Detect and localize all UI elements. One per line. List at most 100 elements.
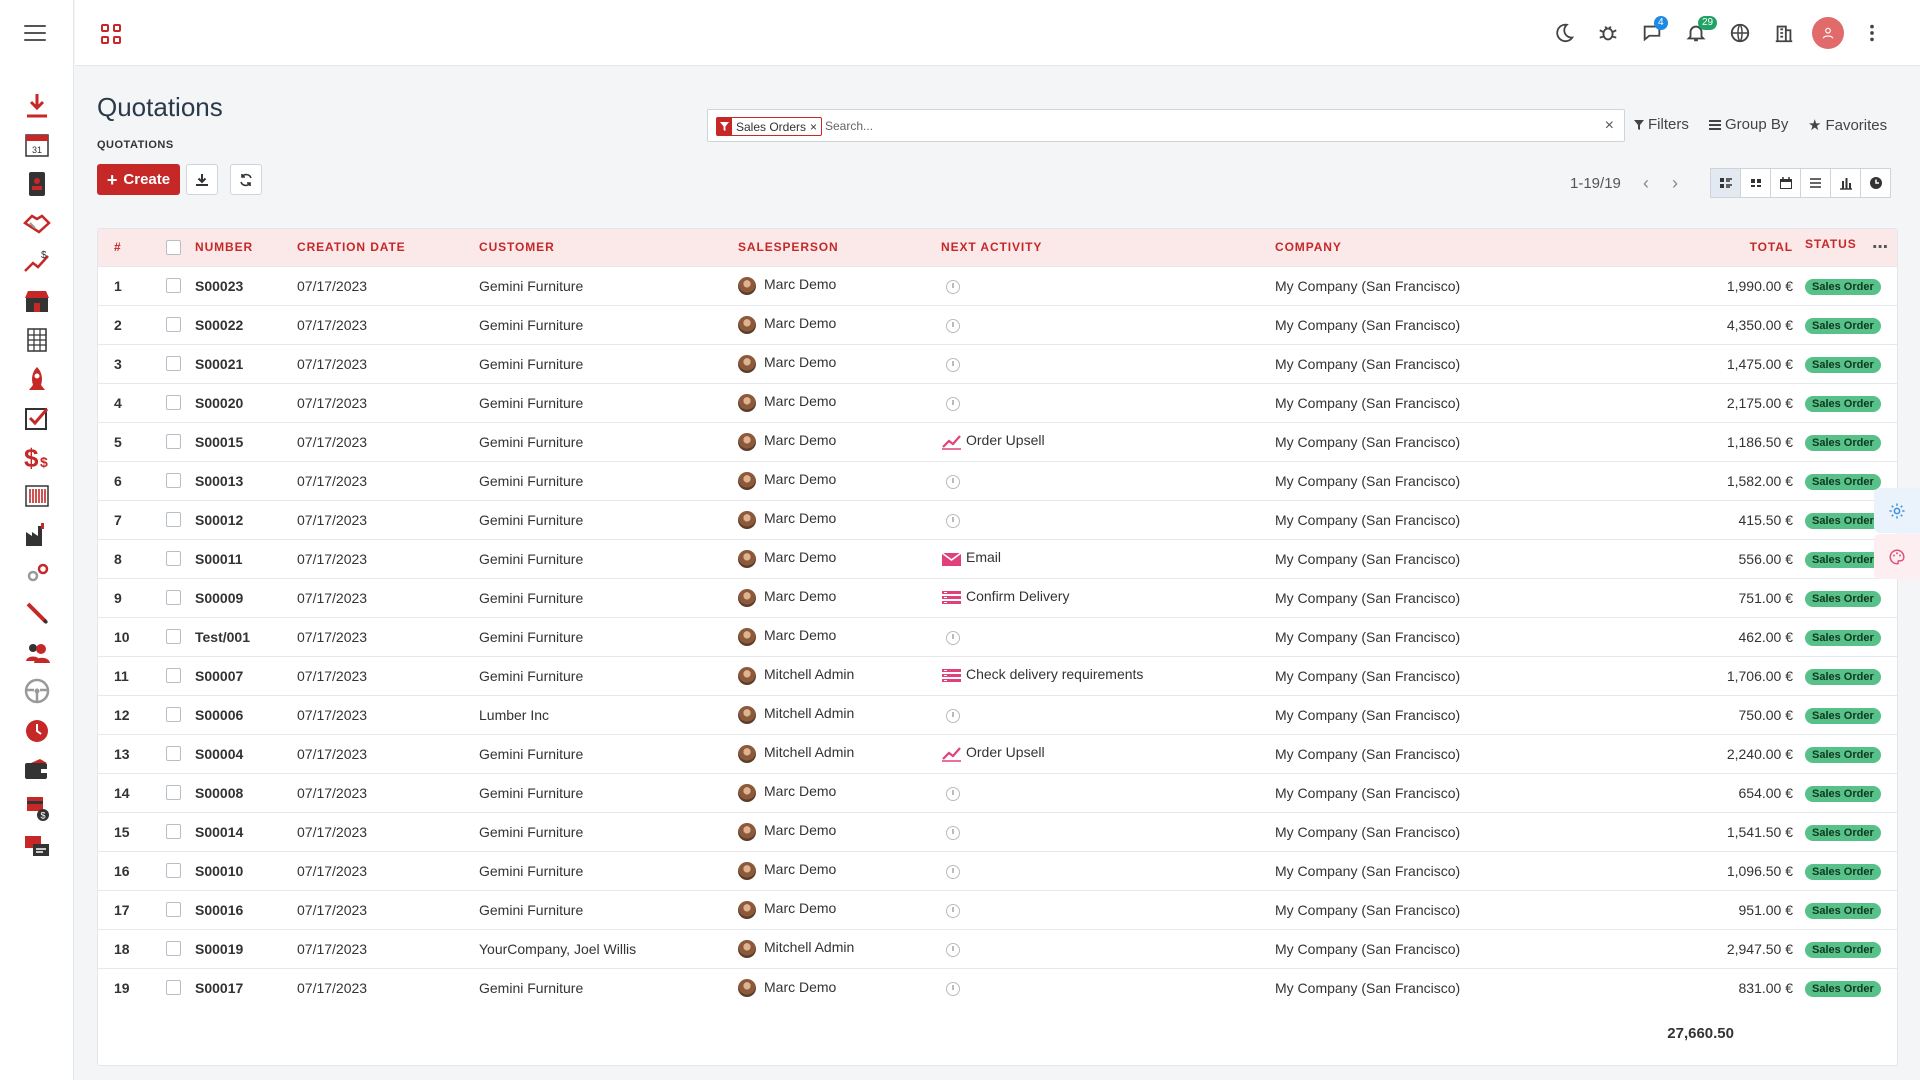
activity-clock-icon[interactable] — [946, 474, 960, 489]
gears-icon[interactable] — [0, 554, 74, 593]
bell-icon[interactable]: 29 — [1674, 16, 1718, 50]
activity-clock-icon[interactable] — [946, 357, 960, 372]
company-building-icon[interactable] — [1762, 16, 1806, 50]
row-checkbox[interactable] — [166, 278, 181, 293]
salesperson-avatar[interactable] — [738, 978, 756, 997]
row-checkbox[interactable] — [166, 356, 181, 371]
activity-clock-icon[interactable] — [946, 903, 960, 918]
steering-wheel-icon[interactable] — [0, 671, 74, 710]
table-row[interactable]: 2 S00022 07/17/2023 Gemini Furniture Marc De… — [98, 305, 1897, 344]
salesperson-avatar[interactable] — [738, 315, 756, 334]
activity-clock-icon[interactable] — [946, 513, 960, 528]
activity-clock-icon[interactable] — [946, 279, 960, 294]
salesperson-avatar[interactable] — [738, 744, 756, 763]
table-row[interactable]: 5 S00015 07/17/2023 Gemini Furniture Marc De… — [98, 422, 1897, 461]
search-facet[interactable]: Sales Orders × — [716, 117, 823, 136]
table-row[interactable]: 11 S00007 07/17/2023 Gemini Furniture Mitche… — [98, 656, 1897, 695]
table-row[interactable]: 7 S00012 07/17/2023 Gemini Furniture Marc De… — [98, 500, 1897, 539]
calendar-view-button[interactable] — [1770, 168, 1801, 198]
pager-next-icon[interactable]: › — [1672, 173, 1678, 194]
table-row[interactable]: 6 S00013 07/17/2023 Gemini Furniture Marc De… — [98, 461, 1897, 500]
contacts-icon[interactable] — [0, 164, 74, 203]
optional-columns-icon[interactable]: ⋯ — [1872, 237, 1897, 257]
pos-shop-icon[interactable] — [0, 281, 74, 320]
email-icon[interactable] — [941, 549, 962, 567]
salesperson-avatar[interactable] — [738, 822, 756, 841]
pivot-view-button[interactable] — [1800, 168, 1831, 198]
salesperson-avatar[interactable] — [738, 705, 756, 724]
globe-icon[interactable] — [1718, 16, 1762, 50]
col-customer-header[interactable]: CUSTOMER — [479, 229, 738, 266]
crm-handshake-icon[interactable] — [0, 203, 74, 242]
col-number-header[interactable]: NUMBER — [195, 229, 297, 266]
col-company-header[interactable]: COMPANY — [1275, 229, 1660, 266]
row-checkbox[interactable] — [166, 785, 181, 800]
table-row[interactable]: 1 S00023 07/17/2023 Gemini Furniture Marc De… — [98, 266, 1897, 305]
row-checkbox[interactable] — [166, 512, 181, 527]
table-row[interactable]: 17 S00016 07/17/2023 Gemini Furniture Marc D… — [98, 890, 1897, 929]
apps-grid-icon[interactable] — [101, 24, 121, 44]
activity-clock-icon[interactable] — [946, 318, 960, 333]
activity-clock-icon[interactable] — [946, 864, 960, 879]
search-input[interactable] — [825, 116, 1525, 136]
upsell-chart-icon[interactable] — [941, 432, 962, 450]
row-checkbox[interactable] — [166, 941, 181, 956]
pen-icon[interactable] — [0, 593, 74, 632]
row-checkbox[interactable] — [166, 629, 181, 644]
salesperson-avatar[interactable] — [738, 588, 756, 607]
salesperson-avatar[interactable] — [738, 666, 756, 685]
row-checkbox[interactable] — [166, 824, 181, 839]
activity-clock-icon[interactable] — [946, 942, 960, 957]
table-row[interactable]: 3 S00021 07/17/2023 Gemini Furniture Marc De… — [98, 344, 1897, 383]
activity-clock-icon[interactable] — [946, 396, 960, 411]
moon-icon[interactable] — [1542, 16, 1586, 50]
salesperson-avatar[interactable] — [738, 549, 756, 568]
col-total-header[interactable]: TOTAL — [1660, 229, 1801, 266]
pager-value[interactable]: 1-19/19 — [1570, 175, 1621, 192]
todo-list-icon[interactable] — [941, 588, 962, 606]
activity-clock-icon[interactable] — [946, 786, 960, 801]
expenses-icon[interactable]: $ — [0, 788, 74, 827]
create-button[interactable]: + Create — [97, 164, 180, 195]
calendar-icon[interactable]: 31 — [0, 125, 74, 164]
table-row[interactable]: 16 S00010 07/17/2023 Gemini Furniture Marc D… — [98, 851, 1897, 890]
table-row[interactable]: 13 S00004 07/17/2023 Gemini Furniture Mitche… — [98, 734, 1897, 773]
kebab-menu-icon[interactable] — [1850, 16, 1894, 50]
spreadsheet-icon[interactable] — [0, 320, 74, 359]
row-checkbox[interactable] — [166, 473, 181, 488]
refresh-button[interactable] — [230, 164, 262, 195]
todo-list-icon[interactable] — [941, 666, 962, 684]
export-button[interactable] — [186, 164, 218, 195]
user-avatar-icon[interactable] — [1806, 16, 1850, 50]
col-activity-header[interactable]: NEXT ACTIVITY — [941, 229, 1275, 266]
hamburger-menu-icon[interactable] — [24, 25, 46, 41]
group-by-toggle[interactable]: Group By — [1709, 116, 1788, 133]
row-checkbox[interactable] — [166, 395, 181, 410]
settings-gear-icon[interactable] — [1874, 488, 1920, 533]
download-icon[interactable] — [0, 86, 74, 125]
row-checkbox[interactable] — [166, 551, 181, 566]
graph-view-button[interactable] — [1830, 168, 1861, 198]
salesperson-avatar[interactable] — [738, 783, 756, 802]
table-row[interactable]: 14 S00008 07/17/2023 Gemini Furniture Marc D… — [98, 773, 1897, 812]
sales-chart-icon[interactable]: $ — [0, 242, 74, 281]
invoicing-dollar-icon[interactable]: $ $ — [0, 437, 74, 476]
table-row[interactable]: 9 S00009 07/17/2023 Gemini Furniture Marc De… — [98, 578, 1897, 617]
filters-toggle[interactable]: Filters — [1634, 116, 1689, 133]
activity-view-button[interactable] — [1860, 168, 1891, 198]
activity-clock-icon[interactable] — [946, 825, 960, 840]
salesperson-avatar[interactable] — [738, 276, 756, 295]
table-row[interactable]: 8 S00011 07/17/2023 Gemini Furniture Marc De… — [98, 539, 1897, 578]
salesperson-avatar[interactable] — [738, 471, 756, 490]
list-view-button[interactable] — [1710, 168, 1741, 198]
wallet-icon[interactable] — [0, 749, 74, 788]
row-checkbox[interactable] — [166, 902, 181, 917]
salesperson-avatar[interactable] — [738, 939, 756, 958]
palette-icon[interactable] — [1874, 534, 1920, 579]
row-checkbox[interactable] — [166, 434, 181, 449]
favorites-toggle[interactable]: ★ Favorites — [1808, 116, 1887, 135]
upsell-chart-icon[interactable] — [941, 744, 962, 762]
row-checkbox[interactable] — [166, 590, 181, 605]
table-row[interactable]: 19 S00017 07/17/2023 Gemini Furniture Marc D… — [98, 968, 1897, 1007]
row-checkbox[interactable] — [166, 980, 181, 996]
